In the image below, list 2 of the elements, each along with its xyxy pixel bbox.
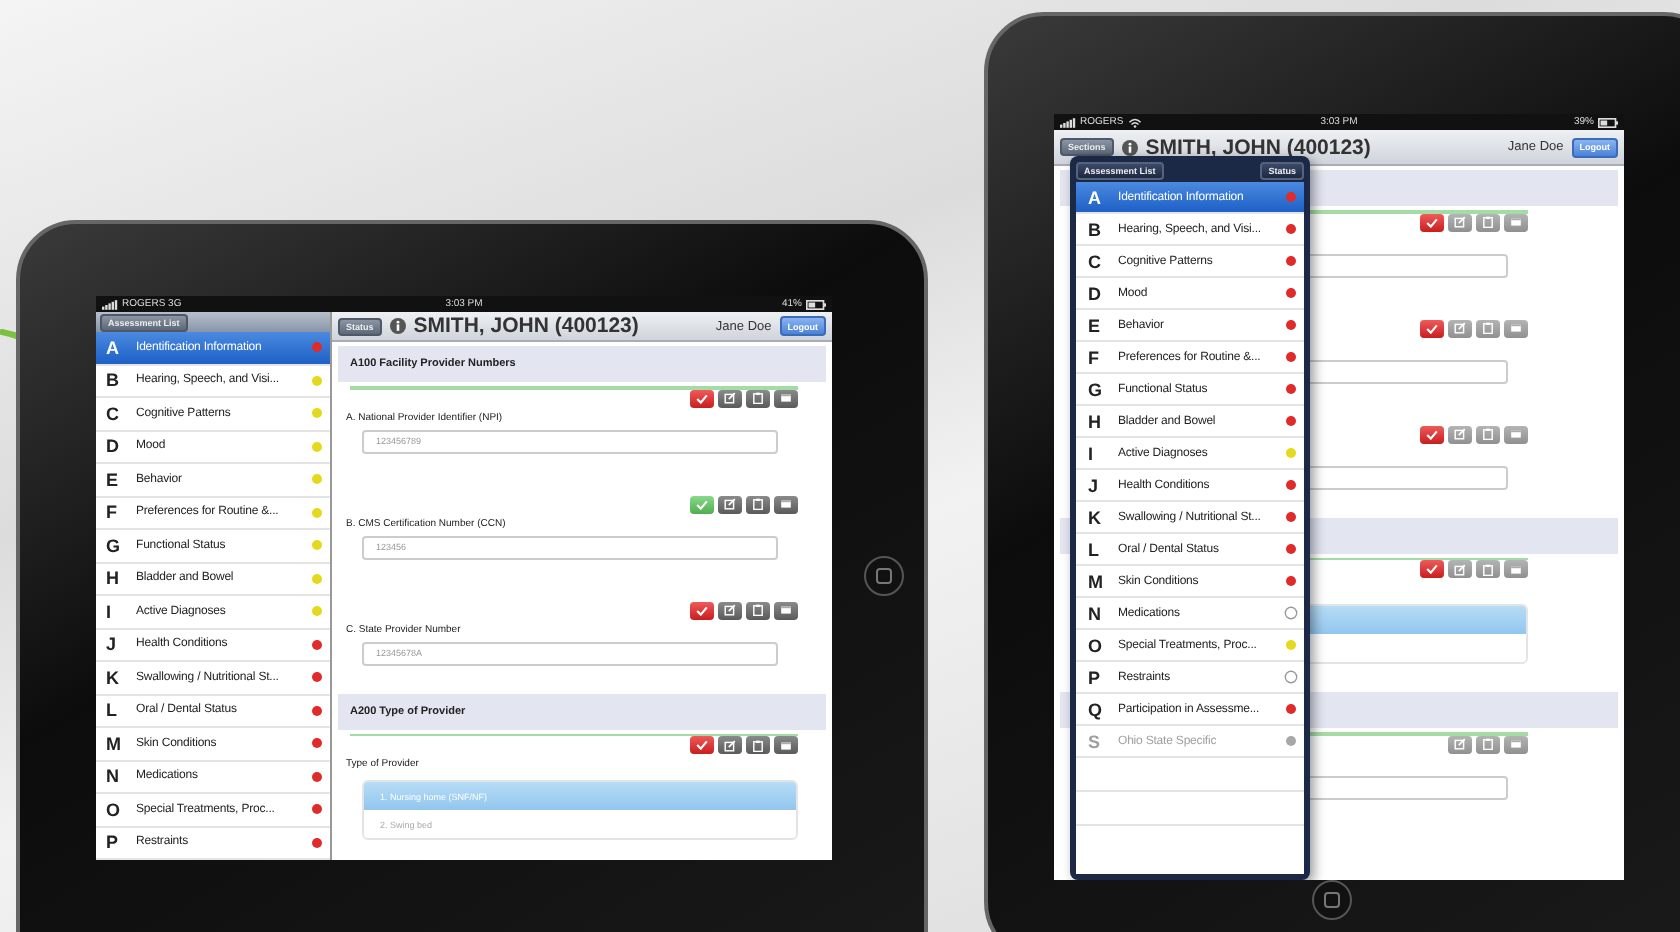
patient-name: SMITH, JOHN (400123)	[413, 314, 639, 338]
patient-name: SMITH, JOHN (400123)	[1145, 135, 1371, 159]
